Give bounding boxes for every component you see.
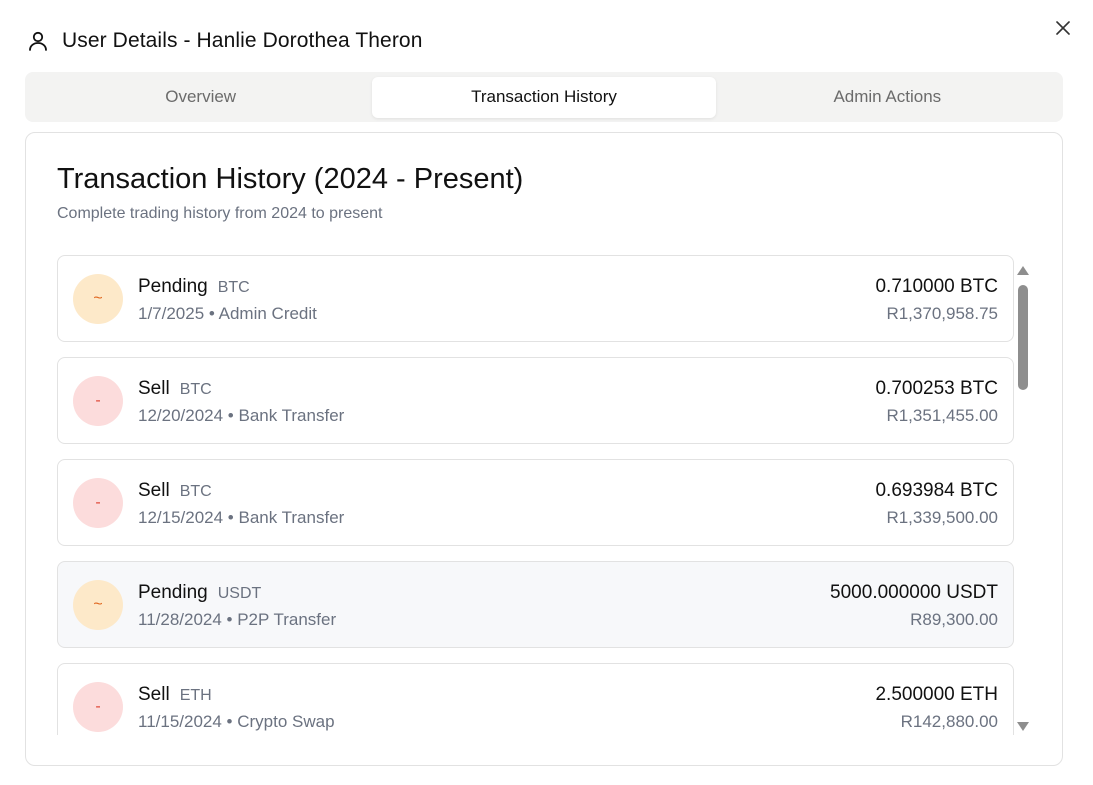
- pending-status-icon: ~: [73, 580, 123, 630]
- transaction-row[interactable]: - Sell BTC 12/15/2024 • Bank Transfer 0.…: [57, 459, 1014, 546]
- transaction-meta: 12/20/2024 • Bank Transfer: [138, 406, 345, 425]
- dialog-header: User Details - Hanlie Dorothea Theron: [26, 26, 422, 56]
- transaction-amount: 0.710000 BTC: [875, 276, 998, 297]
- transaction-list[interactable]: ~ Pending BTC 1/7/2025 • Admin Credit 0.…: [57, 255, 1033, 735]
- tab-overview[interactable]: Overview: [29, 77, 372, 118]
- transaction-type: Sell: [138, 378, 170, 399]
- scrollbar-thumb[interactable]: [1018, 285, 1028, 390]
- tab-bar: Overview Transaction History Admin Actio…: [25, 72, 1063, 122]
- transaction-row[interactable]: ~ Pending BTC 1/7/2025 • Admin Credit 0.…: [57, 255, 1014, 342]
- transaction-meta: 11/28/2024 • P2P Transfer: [138, 610, 337, 629]
- transaction-meta: 1/7/2025 • Admin Credit: [138, 304, 317, 323]
- transaction-fiat-value: R1,339,500.00: [886, 508, 998, 527]
- dialog-title: User Details - Hanlie Dorothea Theron: [62, 29, 423, 52]
- scrollbar[interactable]: [1013, 263, 1033, 735]
- tab-transaction-history[interactable]: Transaction History: [372, 76, 716, 118]
- sell-status-icon: -: [73, 478, 123, 528]
- user-icon: [26, 29, 50, 53]
- transaction-amount: 2.500000 ETH: [875, 684, 998, 705]
- transaction-meta: 12/15/2024 • Bank Transfer: [138, 508, 345, 527]
- pending-status-icon: ~: [73, 274, 123, 324]
- transaction-row[interactable]: ~ Pending USDT 11/28/2024 • P2P Transfer…: [57, 561, 1014, 648]
- transaction-fiat-value: R1,351,455.00: [886, 406, 998, 425]
- transaction-amount: 5000.000000 USDT: [830, 582, 998, 603]
- transaction-amount: 0.693984 BTC: [875, 480, 998, 501]
- transaction-type: Sell: [138, 480, 170, 501]
- transaction-amount: 0.700253 BTC: [875, 378, 998, 399]
- transaction-type: Pending: [138, 582, 208, 603]
- transaction-row[interactable]: - Sell ETH 11/15/2024 • Crypto Swap 2.50…: [57, 663, 1014, 735]
- user-details-dialog: User Details - Hanlie Dorothea Theron Ov…: [0, 0, 1093, 785]
- transaction-history-panel: Transaction History (2024 - Present) Com…: [25, 132, 1063, 766]
- transaction-meta: 11/15/2024 • Crypto Swap: [138, 712, 335, 731]
- transaction-asset: BTC: [217, 279, 250, 296]
- panel-subtitle: Complete trading history from 2024 to pr…: [57, 205, 383, 222]
- tab-admin-actions[interactable]: Admin Actions: [716, 77, 1059, 118]
- transaction-asset: ETH: [179, 687, 212, 704]
- close-icon: [1056, 21, 1070, 35]
- sell-status-icon: -: [73, 682, 123, 732]
- transaction-type: Pending: [138, 276, 208, 297]
- transaction-fiat-value: R1,370,958.75: [886, 304, 998, 323]
- panel-title: Transaction History (2024 - Present): [57, 163, 524, 195]
- sell-status-icon: -: [73, 376, 123, 426]
- scroll-up-arrow-icon[interactable]: [1017, 265, 1029, 275]
- scroll-down-arrow-icon[interactable]: [1017, 721, 1029, 731]
- transaction-type: Sell: [138, 684, 170, 705]
- transaction-asset: BTC: [179, 483, 212, 500]
- close-button[interactable]: [1052, 17, 1074, 39]
- transaction-fiat-value: R89,300.00: [910, 610, 998, 629]
- transaction-row[interactable]: - Sell BTC 12/20/2024 • Bank Transfer 0.…: [57, 357, 1014, 444]
- transaction-asset: USDT: [217, 585, 262, 602]
- transaction-asset: BTC: [179, 381, 212, 398]
- transaction-fiat-value: R142,880.00: [900, 712, 998, 731]
